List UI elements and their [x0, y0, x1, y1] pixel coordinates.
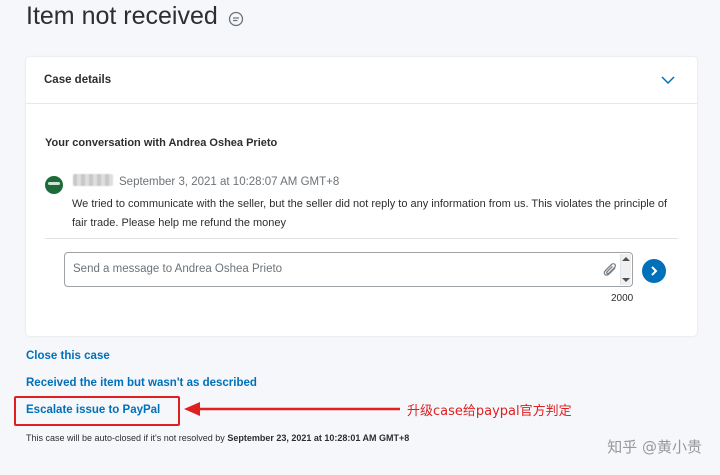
- case-details-header[interactable]: Case details: [26, 57, 697, 104]
- page-title: Item not received: [26, 2, 244, 31]
- auto-close-note: This case will be auto-closed if it's no…: [26, 433, 409, 443]
- case-details-title: Case details: [44, 74, 112, 86]
- send-button[interactable]: [642, 259, 666, 283]
- paperclip-icon[interactable]: [603, 262, 618, 279]
- redacted-sender-name: [73, 174, 113, 186]
- escalate-link[interactable]: Escalate issue to PayPal: [26, 404, 160, 416]
- page-title-text: Item not received: [26, 2, 218, 30]
- close-case-link[interactable]: Close this case: [26, 350, 110, 362]
- scroll-down-arrow[interactable]: [622, 278, 630, 282]
- feedback-icon[interactable]: [228, 11, 244, 27]
- message-input[interactable]: Send a message to Andrea Oshea Prieto: [64, 252, 633, 287]
- message-body: We tried to communicate with the seller,…: [72, 198, 668, 229]
- message-input-placeholder: Send a message to Andrea Oshea Prieto: [73, 263, 283, 275]
- message-timestamp: September 3, 2021 at 10:28:07 AM GMT+8: [119, 176, 340, 188]
- annotation-arrow-icon: [184, 402, 400, 416]
- case-details-card: Case details Your conversation with Andr…: [26, 57, 697, 336]
- chevron-right-icon: [651, 266, 658, 276]
- auto-close-date: September 23, 2021 at 10:28:01 AM GMT+8: [227, 433, 410, 443]
- conversation-title: Your conversation with Andrea Oshea Prie…: [45, 137, 278, 149]
- annotation-text: 升级case给paypal官方判定: [407, 404, 572, 419]
- char-count: 2000: [611, 293, 634, 304]
- not-as-described-link[interactable]: Received the item but wasn't as describe…: [26, 377, 257, 389]
- scrollbar[interactable]: [620, 254, 631, 285]
- chevron-down-icon[interactable]: [661, 75, 675, 85]
- avatar: [45, 176, 63, 194]
- watermark: 知乎 @黄小贵: [607, 438, 702, 456]
- divider: [45, 238, 678, 239]
- scroll-up-arrow[interactable]: [622, 257, 630, 261]
- auto-close-prefix: This case will be auto-closed if it's no…: [26, 433, 228, 443]
